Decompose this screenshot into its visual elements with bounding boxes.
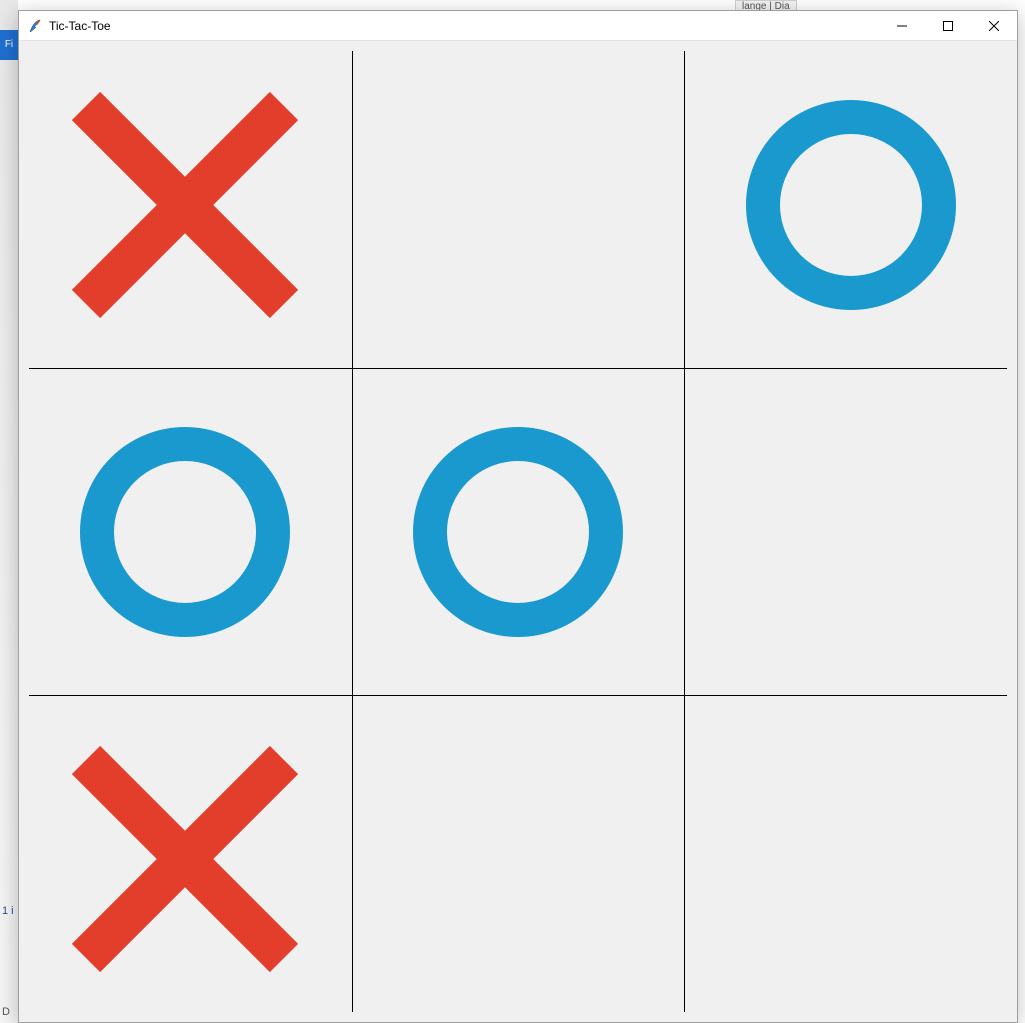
x-mark-icon bbox=[75, 95, 295, 315]
cell-0-1[interactable] bbox=[352, 41, 685, 368]
game-grid: XOOOX bbox=[19, 41, 1017, 1022]
gridline-horizontal-1 bbox=[29, 368, 1007, 369]
maximize-button[interactable] bbox=[925, 11, 971, 41]
background-side-tab: Fi bbox=[0, 30, 18, 60]
gridline-vertical-1 bbox=[352, 51, 353, 1012]
cell-1-1[interactable]: O bbox=[352, 368, 685, 695]
close-icon bbox=[989, 21, 999, 31]
x-mark-icon bbox=[75, 749, 295, 969]
titlebar[interactable]: Tic-Tac-Toe bbox=[19, 11, 1017, 41]
cell-1-0[interactable]: O bbox=[19, 368, 352, 695]
minimize-button[interactable] bbox=[879, 11, 925, 41]
background-text-1: 1 i bbox=[2, 905, 14, 917]
maximize-icon bbox=[943, 21, 953, 31]
gridline-vertical-2 bbox=[684, 51, 685, 1012]
o-mark-icon bbox=[413, 427, 623, 637]
tk-feather-icon bbox=[27, 18, 43, 34]
background-text-2: D bbox=[2, 1006, 10, 1018]
app-window: Tic-Tac-Toe XOOOX bbox=[18, 10, 1018, 1023]
cell-0-2[interactable]: O bbox=[684, 41, 1017, 368]
gridline-horizontal-2 bbox=[29, 695, 1007, 696]
minimize-icon bbox=[897, 21, 907, 31]
cell-2-2[interactable] bbox=[684, 695, 1017, 1022]
cell-0-0[interactable]: X bbox=[19, 41, 352, 368]
close-button[interactable] bbox=[971, 11, 1017, 41]
cell-2-0[interactable]: X bbox=[19, 695, 352, 1022]
o-mark-icon bbox=[746, 100, 956, 310]
background-window-edge bbox=[0, 0, 18, 1023]
window-title: Tic-Tac-Toe bbox=[49, 19, 111, 33]
cell-1-2[interactable] bbox=[684, 368, 1017, 695]
o-mark-icon bbox=[80, 427, 290, 637]
cell-2-1[interactable] bbox=[352, 695, 685, 1022]
game-canvas: XOOOX bbox=[19, 41, 1017, 1022]
